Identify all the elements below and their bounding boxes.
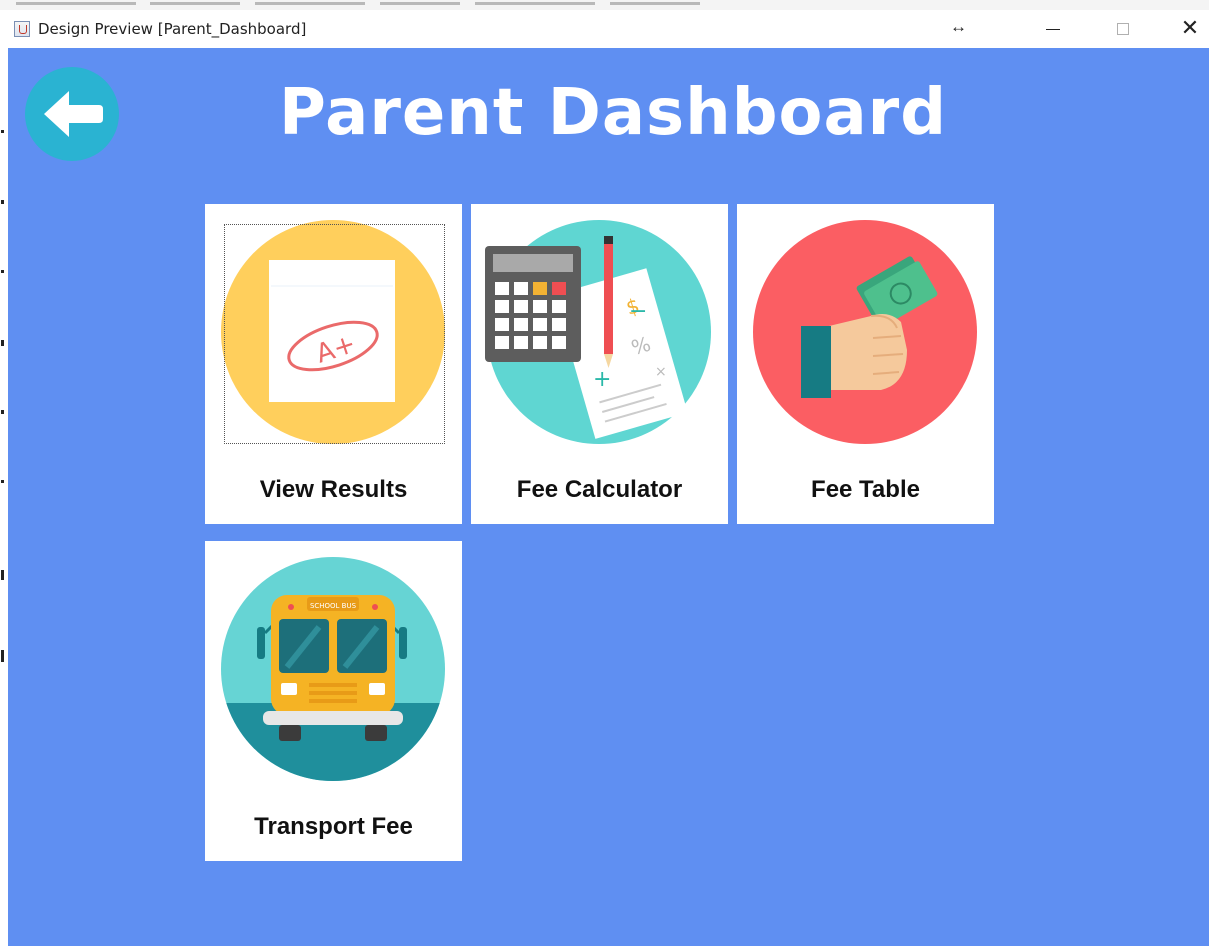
hand-money-icon: [753, 220, 977, 444]
transport-fee-tile[interactable]: SCHOOL BUS Transport Fee: [205, 541, 462, 861]
close-button[interactable]: ✕: [1167, 10, 1209, 48]
minimize-icon: [1046, 28, 1060, 30]
graded-paper-icon: A+: [221, 220, 445, 444]
bus-sign: SCHOOL BUS: [310, 602, 357, 610]
arrow-left-icon: [44, 91, 103, 137]
background-ide-strip: [0, 0, 1209, 10]
minimize-button[interactable]: [1030, 10, 1076, 48]
school-bus-icon: SCHOOL BUS: [221, 557, 445, 781]
calculator-icon: $ % + − ×: [485, 220, 711, 444]
svg-text:×: ×: [655, 364, 667, 380]
close-icon: ✕: [1180, 16, 1200, 41]
svg-text:−: −: [629, 299, 647, 324]
fee-calculator-tile[interactable]: $ % + − × Fee Calculator: [471, 204, 728, 524]
dashboard-panel: Parent Dashboard A+ View Results $ % + −…: [8, 48, 1209, 946]
view-results-tile[interactable]: A+ View Results: [205, 204, 462, 524]
back-button[interactable]: [25, 67, 119, 161]
maximize-button[interactable]: [1100, 10, 1146, 48]
fee-table-tile[interactable]: Fee Table: [737, 204, 994, 524]
transport-fee-label: Transport Fee: [254, 813, 413, 840]
resize-arrows-icon: ↔: [950, 17, 967, 36]
window-titlebar: Design Preview [Parent_Dashboard] ↔ ✕: [8, 10, 1209, 49]
page-title: Parent Dashboard: [278, 76, 948, 150]
fee-table-label: Fee Table: [811, 476, 920, 503]
java-app-icon: [14, 21, 30, 37]
fee-calculator-label: Fee Calculator: [516, 476, 683, 503]
maximize-icon: [1117, 23, 1129, 35]
svg-text:+: +: [593, 367, 611, 392]
view-results-label: View Results: [259, 476, 408, 503]
window-title: Design Preview [Parent_Dashboard]: [38, 20, 307, 38]
